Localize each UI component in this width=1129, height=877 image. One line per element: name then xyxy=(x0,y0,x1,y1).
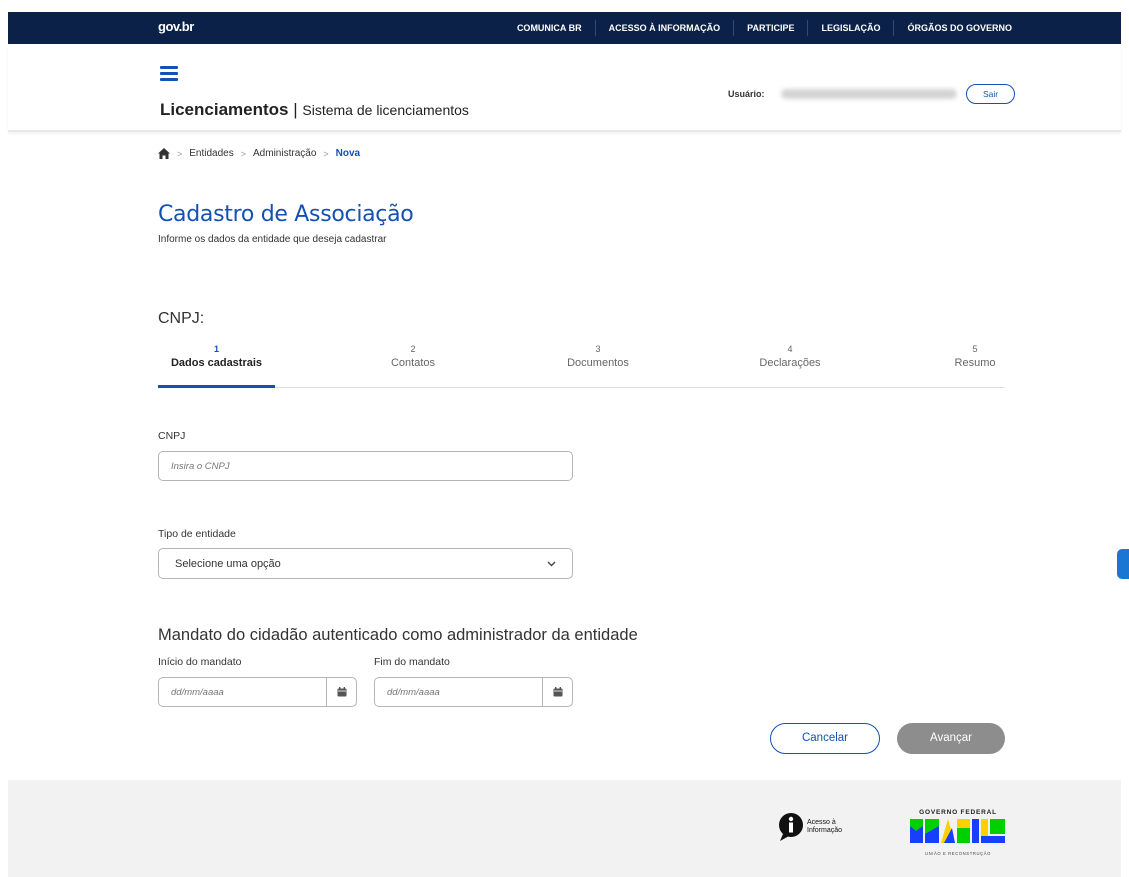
page-title: Cadastro de Associação xyxy=(158,202,414,227)
gov-top-bar: gov.br COMUNICA BR ACESSO À INFORMAÇÃO P… xyxy=(8,12,1121,44)
step-resumo[interactable]: 5 Resumo xyxy=(920,344,1030,369)
next-button[interactable]: Avançar xyxy=(897,723,1005,754)
gov-federal-text: GOVERNO FEDERAL xyxy=(919,809,997,816)
uniao-reconstrucao-text: UNIÃO E RECONSTRUÇÃO xyxy=(925,851,991,856)
breadcrumb-separator: > xyxy=(240,148,247,159)
breadcrumb-separator: > xyxy=(323,148,329,159)
gov-nav: COMUNICA BR ACESSO À INFORMAÇÃO PARTICIP… xyxy=(504,12,1025,44)
brasil-wordmark xyxy=(910,819,1005,843)
step-label: Documentos xyxy=(567,357,629,369)
step-label: Contatos xyxy=(390,357,436,369)
mandato-title: Mandato do cidadão autenticado como admi… xyxy=(158,626,638,644)
step-number: 2 xyxy=(410,344,416,354)
app-title-separator: | xyxy=(293,100,298,119)
acesso-informacao-logo[interactable]: Acesso à Informação xyxy=(778,812,842,842)
user-name-redacted xyxy=(781,89,957,99)
wizard-steps: 1 Dados cadastrais 2 Contatos 3 Document… xyxy=(158,340,1005,388)
step-number: 5 xyxy=(972,344,978,354)
cnpj-heading: CNPJ: xyxy=(158,310,205,327)
acesso-text-line1: Acesso à xyxy=(807,819,836,826)
breadcrumb-administracao[interactable]: Administração xyxy=(253,148,316,159)
tipo-entidade-select[interactable]: Selecione uma opção xyxy=(158,548,573,579)
tipo-entidade-selected: Selecione uma opção xyxy=(175,557,281,570)
app-name: Licenciamentos xyxy=(160,100,289,119)
inicio-mandato-input[interactable]: dd/mm/aaaa xyxy=(158,677,357,707)
fim-mandato-placeholder: dd/mm/aaaa xyxy=(387,686,440,698)
app-header: Licenciamentos | Sistema de licenciament… xyxy=(8,44,1121,132)
step-documentos[interactable]: 3 Documentos xyxy=(543,344,653,369)
cancel-button[interactable]: Cancelar xyxy=(770,723,880,754)
fim-mandato-input[interactable]: dd/mm/aaaa xyxy=(374,677,573,707)
step-label: Declarações xyxy=(759,357,821,369)
nav-acesso-informacao[interactable]: ACESSO À INFORMAÇÃO xyxy=(594,20,734,36)
home-icon[interactable] xyxy=(158,148,170,159)
user-label: Usuário: xyxy=(728,89,765,99)
step-contatos[interactable]: 2 Contatos xyxy=(358,344,468,369)
nav-orgaos-governo[interactable]: ÓRGÃOS DO GOVERNO xyxy=(893,20,1025,36)
cnpj-input[interactable]: Insira o CNPJ xyxy=(158,451,573,481)
active-step-indicator xyxy=(158,385,275,388)
nav-participe[interactable]: PARTICIPE xyxy=(733,20,807,36)
breadcrumb-entidades[interactable]: Entidades xyxy=(189,148,233,159)
govbr-logo[interactable]: gov.br xyxy=(158,19,194,34)
step-number: 3 xyxy=(595,344,601,354)
cnpj-label: CNPJ xyxy=(158,430,186,442)
tipo-entidade-label: Tipo de entidade xyxy=(158,528,236,540)
hamburger-menu-icon[interactable] xyxy=(160,66,178,82)
chevron-down-icon xyxy=(547,561,556,566)
calendar-icon[interactable] xyxy=(326,678,356,706)
fim-mandato-label: Fim do mandato xyxy=(374,656,450,668)
page-subtitle: Informe os dados da entidade que deseja … xyxy=(158,234,387,245)
nav-comunica-br[interactable]: COMUNICA BR xyxy=(504,20,595,36)
calendar-icon[interactable] xyxy=(542,678,572,706)
breadcrumb-separator: > xyxy=(177,148,183,159)
step-declaracoes[interactable]: 4 Declarações xyxy=(735,344,845,369)
inicio-mandato-placeholder: dd/mm/aaaa xyxy=(171,686,224,698)
governo-federal-brasil-logo[interactable]: GOVERNO FEDERAL UNIÃO E RECONSTRUÇÃO xyxy=(908,806,1008,861)
step-label: Dados cadastrais xyxy=(170,357,263,369)
step-number: 4 xyxy=(787,344,793,354)
app-title: Licenciamentos | Sistema de licenciament… xyxy=(160,100,469,120)
side-widget-tab[interactable] xyxy=(1117,549,1129,579)
nav-legislacao[interactable]: LEGISLAÇÃO xyxy=(807,20,893,36)
breadcrumb: > Entidades > Administração > Nova xyxy=(158,148,360,159)
step-dados-cadastrais[interactable]: 1 Dados cadastrais xyxy=(158,344,275,369)
app-subtitle: Sistema de licenciamentos xyxy=(302,102,469,118)
logout-button[interactable]: Sair xyxy=(966,84,1015,104)
step-label: Resumo xyxy=(954,357,996,369)
inicio-mandato-label: Início do mandato xyxy=(158,656,242,668)
acesso-text-line2: Informação xyxy=(807,827,843,834)
info-icon xyxy=(779,813,803,841)
step-number: 1 xyxy=(213,344,219,354)
breadcrumb-current: Nova xyxy=(335,148,361,159)
